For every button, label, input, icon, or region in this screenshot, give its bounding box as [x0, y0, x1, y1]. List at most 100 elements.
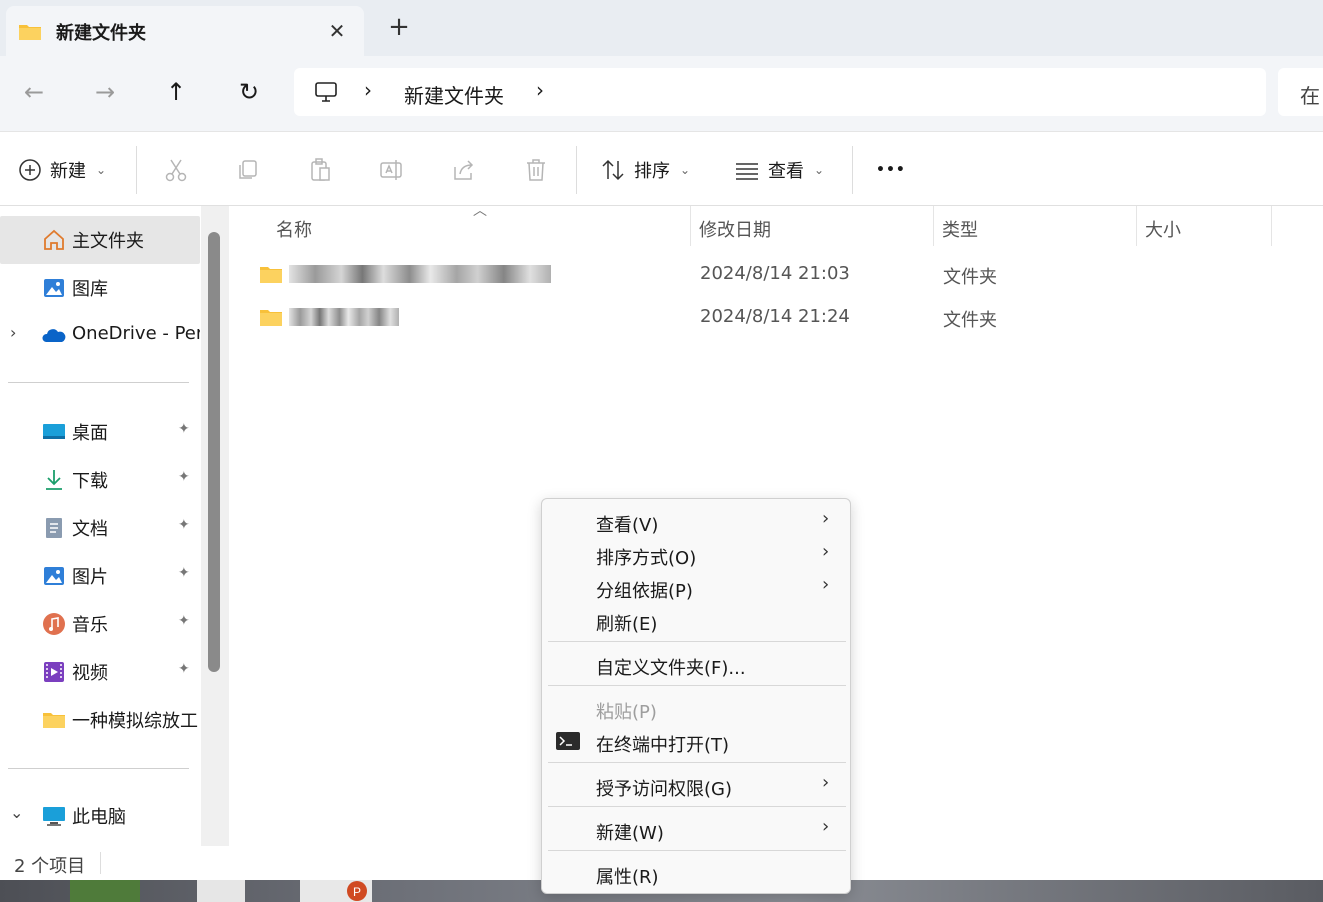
sort-button[interactable]: 排序 ⌄: [600, 152, 690, 188]
sidebar-item-downloads[interactable]: 下载 ✦: [0, 456, 200, 504]
column-header-modified[interactable]: 修改日期: [691, 206, 933, 246]
new-tab-button[interactable]: +: [384, 12, 414, 42]
cut-button[interactable]: [163, 152, 189, 188]
address-bar[interactable]: › 新建文件夹 ›: [294, 68, 1266, 116]
view-label: 查看: [768, 161, 804, 182]
back-button[interactable]: ←: [14, 72, 54, 112]
chevron-down-icon: ⌄: [814, 163, 825, 177]
menu-label: 自定义文件夹(F)...: [596, 658, 746, 679]
folder-icon: [19, 25, 41, 40]
menu-item-refresh[interactable]: 刷新(E): [546, 603, 848, 636]
sidebar-item-music[interactable]: 音乐 ✦: [0, 600, 200, 648]
refresh-button[interactable]: ↻: [229, 72, 269, 112]
file-row[interactable]: 2024/8/14 21:24 文件夹: [249, 298, 1269, 338]
paste-icon: [311, 158, 330, 181]
file-date: 2024/8/14 21:03: [700, 263, 850, 284]
pin-icon[interactable]: ✦: [178, 421, 190, 437]
sidebar-item-videos[interactable]: 视频 ✦: [0, 648, 200, 696]
status-divider: [100, 852, 101, 874]
column-header-name[interactable]: 名称: [229, 206, 690, 246]
paste-button[interactable]: [307, 152, 333, 188]
sidebar-item-this-pc[interactable]: ⌄ 此电脑: [0, 792, 200, 840]
sidebar-item-pictures[interactable]: 图片 ✦: [0, 552, 200, 600]
pin-icon[interactable]: ✦: [178, 565, 190, 581]
sidebar-scrollbar[interactable]: [201, 206, 229, 846]
menu-separator: [548, 641, 846, 642]
menu-item-open-terminal[interactable]: 在终端中打开(T): [546, 724, 848, 757]
pin-icon[interactable]: ✦: [178, 661, 190, 677]
menu-item-properties[interactable]: 属性(R): [546, 856, 848, 889]
menu-item-new[interactable]: 新建(W) ›: [546, 812, 848, 845]
scrollbar-thumb[interactable]: [208, 232, 220, 672]
sidebar-item-label: 主文件夹: [72, 231, 144, 252]
column-header-size[interactable]: 大小: [1137, 206, 1271, 246]
forward-button[interactable]: →: [85, 72, 125, 112]
menu-label: 属性(R): [596, 867, 659, 888]
pc-icon: [43, 807, 65, 826]
folder-icon: [43, 713, 65, 728]
menu-item-sort-by[interactable]: 排序方式(O) ›: [546, 537, 848, 570]
powerpoint-icon: P: [347, 881, 367, 901]
submenu-chevron-icon: ›: [822, 772, 830, 793]
file-name-redacted: [289, 265, 551, 285]
column-label: 名称: [276, 220, 312, 241]
expand-chevron-icon[interactable]: ›: [10, 323, 16, 342]
new-label: 新建: [50, 161, 86, 182]
sidebar-item-desktop[interactable]: 桌面 ✦: [0, 408, 200, 456]
menu-item-customize-folder[interactable]: 自定义文件夹(F)...: [546, 647, 848, 680]
menu-label: 在终端中打开(T): [596, 735, 730, 756]
sidebar-item-onedrive[interactable]: › OneDrive - Per: [0, 312, 200, 360]
up-button[interactable]: ↑: [156, 72, 196, 112]
taskbar-app-icon[interactable]: [197, 880, 245, 902]
computer-icon: [315, 82, 337, 102]
column-label: 类型: [942, 220, 978, 241]
menu-item-paste: 粘贴(P): [546, 691, 848, 724]
item-count: 2 个项目: [14, 856, 86, 877]
breadcrumb-folder[interactable]: 新建文件夹: [404, 80, 504, 109]
submenu-chevron-icon: ›: [822, 508, 830, 529]
collapse-chevron-icon[interactable]: ⌄: [10, 803, 23, 822]
sidebar-item-home[interactable]: 主文件夹: [0, 216, 200, 264]
sidebar-item-folder[interactable]: 一种模拟综放工: [0, 696, 200, 744]
file-type: 文件夹: [943, 267, 997, 288]
menu-item-view[interactable]: 查看(V) ›: [546, 504, 848, 537]
onedrive-icon: [42, 329, 66, 342]
menu-item-group-by[interactable]: 分组依据(P) ›: [546, 570, 848, 603]
taskbar-app-icon[interactable]: [70, 880, 140, 902]
pin-icon[interactable]: ✦: [178, 469, 190, 485]
folder-icon: [260, 310, 282, 326]
taskbar-app-icon[interactable]: P: [300, 880, 372, 902]
menu-item-give-access[interactable]: 授予访问权限(G) ›: [546, 768, 848, 801]
pin-icon[interactable]: ✦: [178, 613, 190, 629]
delete-button[interactable]: [523, 152, 549, 188]
breadcrumb-separator[interactable]: ›: [364, 78, 372, 102]
folder-icon: [260, 267, 282, 283]
home-icon: [44, 229, 64, 250]
menu-separator: [548, 806, 846, 807]
sidebar-item-gallery[interactable]: 图库: [0, 264, 200, 312]
rename-button[interactable]: [379, 152, 405, 188]
more-options-button[interactable]: •••: [876, 152, 906, 188]
pin-icon[interactable]: ✦: [178, 517, 190, 533]
tab-current-folder[interactable]: 新建文件夹 ✕: [6, 6, 364, 56]
view-button[interactable]: 查看 ⌄: [734, 152, 824, 188]
breadcrumb-separator[interactable]: ›: [536, 78, 544, 102]
menu-label: 分组依据(P): [596, 581, 693, 602]
search-input[interactable]: 在: [1278, 68, 1323, 116]
file-type: 文件夹: [943, 310, 997, 331]
copy-button[interactable]: [235, 152, 261, 188]
download-icon: [46, 470, 62, 490]
new-button[interactable]: 新建 ⌄: [18, 152, 106, 188]
column-label: 修改日期: [699, 220, 771, 241]
chevron-down-icon: ⌄: [680, 163, 691, 177]
close-tab-button[interactable]: ✕: [322, 16, 352, 46]
column-header-type[interactable]: 类型: [934, 206, 1136, 246]
share-button[interactable]: [451, 152, 477, 188]
file-row[interactable]: 2024/8/14 21:03 文件夹: [249, 255, 1269, 295]
sidebar-item-documents[interactable]: 文档 ✦: [0, 504, 200, 552]
pictures-icon: [44, 567, 64, 585]
column-divider[interactable]: [1271, 206, 1272, 246]
submenu-chevron-icon: ›: [822, 541, 830, 562]
file-date: 2024/8/14 21:24: [700, 306, 850, 327]
sort-label: 排序: [634, 161, 670, 182]
